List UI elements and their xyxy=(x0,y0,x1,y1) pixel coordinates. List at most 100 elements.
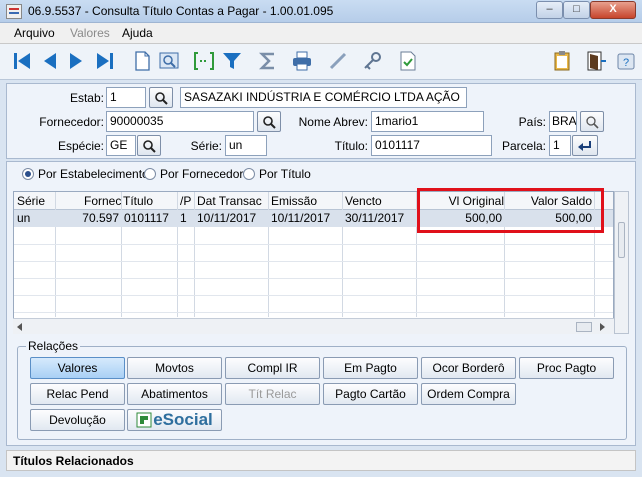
close-button[interactable]: X xyxy=(590,1,636,19)
serie-field[interactable]: un xyxy=(225,135,267,156)
col-fornec[interactable]: Fornec xyxy=(84,194,121,208)
cell-emissao: 10/11/2017 xyxy=(271,211,331,225)
fornecedor-search-button[interactable] xyxy=(257,111,281,132)
radio-por-fornecedor[interactable]: Por Fornecedor xyxy=(144,167,243,181)
proc-pagto-button[interactable]: Proc Pagto xyxy=(519,357,614,379)
radio-por-estabelecimento[interactable]: Por Estabelecimento xyxy=(22,167,149,181)
esocial-logo-icon xyxy=(136,412,152,428)
menu-valores[interactable]: Valores xyxy=(70,26,110,40)
col-vencto[interactable]: Vencto xyxy=(345,194,382,208)
search-icon xyxy=(263,115,276,129)
relacoes-title: Relações xyxy=(26,339,81,353)
tit-relac-button[interactable]: Tít Relac xyxy=(225,383,320,405)
nome-abrev-field[interactable]: 1mario1 xyxy=(371,111,484,132)
devolucao-button[interactable]: Devolução xyxy=(30,409,125,431)
nome-abrev-label: Nome Abrev: xyxy=(298,115,368,129)
print-icon[interactable] xyxy=(290,49,314,73)
maximize-button[interactable]: □ xyxy=(563,1,590,19)
first-record-icon[interactable] xyxy=(10,49,34,73)
estab-name-field[interactable]: SASAZAKI INDÚSTRIA E COMÉRCIO LTDA AÇÃO xyxy=(180,87,467,108)
estab-search-button[interactable] xyxy=(149,87,173,108)
menu-arquivo[interactable]: Arquivo xyxy=(14,26,55,40)
movtos-button[interactable]: Movtos xyxy=(127,357,222,379)
serie-label: Série: xyxy=(190,139,222,153)
parcela-field[interactable]: 1 xyxy=(549,135,571,156)
parcela-enter-button[interactable] xyxy=(572,135,598,156)
relac-pend-button[interactable]: Relac Pend xyxy=(30,383,125,405)
highlight-box xyxy=(417,188,604,233)
estab-field[interactable]: 1 xyxy=(106,87,146,108)
especie-label: Espécie: xyxy=(57,139,104,153)
pais-search-button[interactable] xyxy=(580,111,604,132)
scroll-thumb[interactable] xyxy=(576,322,592,332)
zoom-icon[interactable] xyxy=(157,49,181,73)
pais-field[interactable]: BRA xyxy=(549,111,577,132)
minimize-button[interactable]: – xyxy=(536,1,563,19)
especie-search-button[interactable] xyxy=(137,135,161,156)
col-parcela[interactable]: /P xyxy=(180,194,191,208)
col-emissao[interactable]: Emissão xyxy=(271,194,317,208)
col-serie[interactable]: Série xyxy=(17,194,45,208)
esocial-label: eSocial xyxy=(153,410,213,429)
radio-label: Por Título xyxy=(259,167,311,181)
clipboard-icon[interactable] xyxy=(550,49,574,73)
cell-dat-transac: 10/11/2017 xyxy=(197,211,257,225)
checklist-icon[interactable] xyxy=(396,49,420,73)
table-vertical-scrollbar[interactable] xyxy=(614,191,629,334)
valores-button[interactable]: Valores xyxy=(30,357,125,379)
compl-ir-button[interactable]: Compl IR xyxy=(225,357,320,379)
cell-serie: un xyxy=(17,211,31,225)
title-bar: 06.9.5537 - Consulta Título Contas a Pag… xyxy=(0,0,642,23)
fornecedor-label: Fornecedor: xyxy=(39,115,104,129)
cell-fornec: 70.597 xyxy=(82,211,119,225)
status-bar: Títulos Relacionados xyxy=(6,450,636,471)
scroll-right-icon[interactable] xyxy=(598,323,606,331)
app-icon xyxy=(6,4,22,19)
scroll-thumb[interactable] xyxy=(618,222,625,258)
radio-dot-selected xyxy=(22,168,34,180)
radio-dot xyxy=(243,168,255,180)
pen-icon[interactable] xyxy=(326,49,350,73)
parcela-label: Parcela: xyxy=(501,139,546,153)
titulo-field[interactable]: 0101117 xyxy=(371,135,492,156)
esocial-button[interactable]: eSocial xyxy=(127,409,222,431)
window-title: 06.9.5537 - Consulta Título Contas a Pag… xyxy=(28,4,334,18)
last-record-icon[interactable] xyxy=(93,49,117,73)
filter-icon[interactable] xyxy=(220,49,244,73)
cell-vencto: 30/11/2017 xyxy=(345,211,405,225)
sum-icon[interactable] xyxy=(256,49,280,73)
enter-arrow-icon xyxy=(578,140,591,151)
titulo-label: Título: xyxy=(334,139,368,153)
especie-field[interactable]: GE xyxy=(106,135,136,156)
exit-icon[interactable] xyxy=(584,49,608,73)
col-titulo[interactable]: Título xyxy=(123,194,153,208)
col-dat-transac[interactable]: Dat Transac xyxy=(197,194,262,208)
search-icon xyxy=(586,115,599,129)
em-pagto-button[interactable]: Em Pagto xyxy=(323,357,418,379)
pais-label: País: xyxy=(518,115,546,129)
abatimentos-button[interactable]: Abatimentos xyxy=(127,383,222,405)
estab-label: Estab: xyxy=(69,91,104,105)
radio-label: Por Estabelecimento xyxy=(38,167,149,181)
next-record-icon[interactable] xyxy=(64,49,88,73)
new-document-icon[interactable] xyxy=(130,49,154,73)
previous-record-icon[interactable] xyxy=(38,49,62,73)
scroll-left-icon[interactable] xyxy=(16,323,24,331)
cell-parcela: 1 xyxy=(180,211,187,225)
ordem-compra-button[interactable]: Ordem Compra xyxy=(421,383,516,405)
radio-por-titulo[interactable]: Por Título xyxy=(243,167,311,181)
radio-dot xyxy=(144,168,156,180)
menu-bar: Arquivo Valores Ajuda xyxy=(0,23,642,44)
search-icon xyxy=(143,139,156,153)
fornecedor-field[interactable]: 90000035 xyxy=(106,111,254,132)
key-icon[interactable] xyxy=(360,49,384,73)
svg-text:?: ? xyxy=(623,57,629,69)
help-icon[interactable]: ? xyxy=(614,49,638,73)
goto-icon[interactable] xyxy=(192,49,216,73)
pagto-cartao-button[interactable]: Pagto Cartão xyxy=(323,383,418,405)
table-horizontal-scrollbar[interactable] xyxy=(13,318,614,334)
cell-titulo: 0101117 xyxy=(124,211,169,225)
ocor-bordero-button[interactable]: Ocor Borderô xyxy=(421,357,516,379)
menu-ajuda[interactable]: Ajuda xyxy=(122,26,153,40)
search-icon xyxy=(155,91,168,105)
